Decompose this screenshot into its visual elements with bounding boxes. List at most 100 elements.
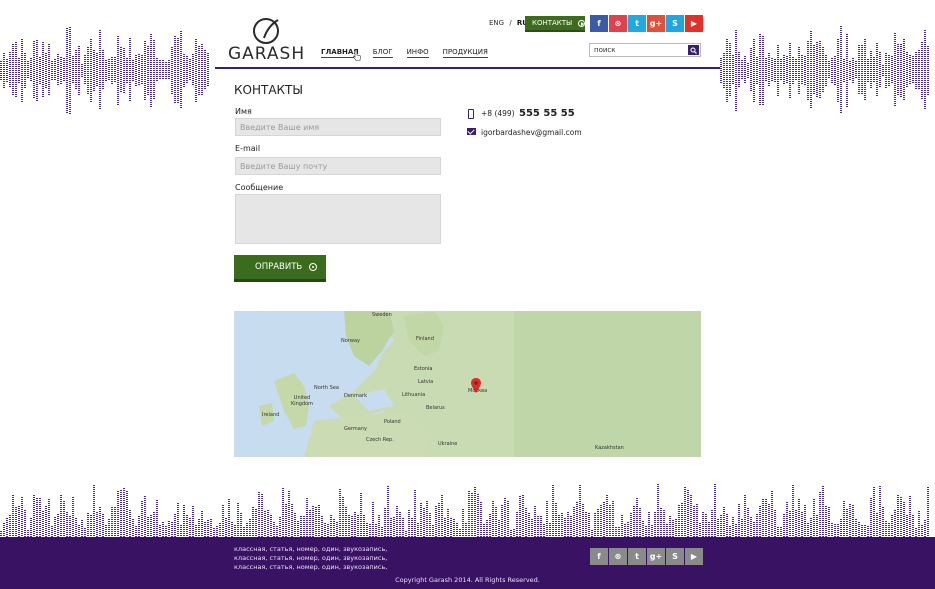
waveform-bar bbox=[558, 515, 560, 537]
waveform-bar bbox=[150, 515, 152, 537]
waveform-bar bbox=[216, 526, 218, 537]
waveform-bar bbox=[159, 525, 161, 537]
waveform-bar bbox=[708, 522, 710, 537]
waveform-bar bbox=[855, 519, 857, 537]
skype-icon[interactable]: S bbox=[666, 15, 684, 32]
contacts-button[interactable]: КОНТАКТЫ bbox=[525, 16, 585, 32]
facebook-icon[interactable]: f bbox=[590, 548, 608, 565]
waveform-bar bbox=[870, 498, 872, 537]
waveform-bar bbox=[879, 486, 881, 537]
waveform-bar bbox=[483, 524, 485, 537]
waveform-bar bbox=[885, 521, 887, 537]
waveform-bar bbox=[888, 523, 890, 537]
waveform-decoration-bottom bbox=[0, 480, 935, 537]
waveform-bar bbox=[375, 524, 377, 537]
waveform-bar bbox=[522, 495, 524, 537]
waveform-bar bbox=[159, 60, 161, 80]
waveform-bar bbox=[543, 524, 545, 537]
waveform-bar bbox=[927, 487, 929, 537]
email-address[interactable]: igorbardashev@gmail.com bbox=[481, 128, 582, 137]
youtube-icon[interactable]: ▶ bbox=[685, 548, 703, 565]
waveform-bar bbox=[408, 510, 410, 537]
waveform-bar bbox=[111, 507, 113, 537]
nav-item-products[interactable]: ПРОДУКЦИЯ bbox=[442, 48, 488, 58]
nav-item-info[interactable]: ИНФО bbox=[406, 48, 429, 58]
waveform-bar bbox=[678, 505, 680, 537]
search-button[interactable] bbox=[688, 45, 699, 55]
waveform-bar bbox=[687, 490, 689, 537]
waveform-bar bbox=[735, 29, 737, 111]
waveform-bar bbox=[123, 488, 125, 537]
waveform-bar bbox=[0, 60, 2, 80]
message-textarea[interactable] bbox=[235, 194, 441, 244]
waveform-bar bbox=[342, 497, 344, 537]
waveform-bar bbox=[693, 506, 695, 537]
skype-icon[interactable]: S bbox=[666, 548, 684, 565]
waveform-bar bbox=[90, 38, 92, 102]
waveform-bar bbox=[741, 60, 743, 80]
waveform-bar bbox=[759, 34, 761, 106]
waveform-bar bbox=[756, 514, 758, 537]
map[interactable]: Sweden Finland Norway Estonia Latvia Lit… bbox=[234, 311, 701, 457]
waveform-bar bbox=[729, 526, 731, 537]
waveform-bar bbox=[99, 30, 101, 110]
waveform-bar bbox=[705, 514, 707, 537]
waveform-bar bbox=[114, 57, 116, 83]
map-label: Germany bbox=[344, 426, 367, 432]
waveform-bar bbox=[168, 521, 170, 537]
waveform-bar bbox=[459, 529, 461, 537]
waveform-bar bbox=[837, 524, 839, 537]
waveform-bar bbox=[174, 514, 176, 537]
waveform-bar bbox=[117, 491, 119, 537]
waveform-bar bbox=[87, 46, 89, 94]
waveform-bar bbox=[240, 513, 242, 537]
waveform-bar bbox=[3, 523, 5, 537]
waveform-bar bbox=[894, 510, 896, 537]
waveform-bar bbox=[741, 519, 743, 537]
waveform-bar bbox=[873, 487, 875, 537]
waveform-bar bbox=[819, 41, 821, 99]
waveform-bar bbox=[402, 518, 404, 537]
waveform-bar bbox=[174, 36, 176, 104]
waveform-bar bbox=[663, 510, 665, 537]
waveform-bar bbox=[846, 33, 848, 107]
waveform-bar bbox=[204, 522, 206, 537]
lang-eng-link[interactable]: ENG bbox=[489, 19, 504, 27]
waveform-bar bbox=[198, 519, 200, 537]
waveform-bar bbox=[222, 505, 224, 537]
waveform-bar bbox=[435, 506, 437, 537]
waveform-bar bbox=[210, 519, 212, 537]
waveform-bar bbox=[90, 515, 92, 537]
google-plus-icon[interactable]: g+ bbox=[647, 548, 665, 565]
waveform-bar bbox=[9, 52, 11, 88]
facebook-icon[interactable]: f bbox=[590, 15, 608, 32]
youtube-icon[interactable]: ▶ bbox=[685, 15, 703, 32]
footer-text-line: классная, статья, номер, один, звукозапи… bbox=[234, 554, 388, 562]
waveform-bar bbox=[702, 512, 704, 537]
search-input[interactable]: поиск bbox=[589, 43, 701, 57]
waveform-bar bbox=[825, 54, 827, 86]
twitter-icon[interactable]: t bbox=[628, 15, 646, 32]
waveform-bar bbox=[27, 530, 29, 537]
logo-text[interactable]: GARASH bbox=[228, 44, 305, 64]
waveform-bar bbox=[738, 504, 740, 537]
email-field[interactable]: Введите Вашу почту bbox=[235, 157, 441, 175]
nav-item-blog[interactable]: БЛОГ bbox=[372, 48, 393, 58]
pinterest-icon[interactable]: ⊛ bbox=[609, 548, 627, 565]
name-field[interactable]: Введите Ваше имя bbox=[235, 118, 441, 136]
waveform-bar bbox=[597, 509, 599, 537]
search-icon bbox=[690, 47, 697, 54]
twitter-icon[interactable]: t bbox=[628, 548, 646, 565]
waveform-bar bbox=[696, 504, 698, 537]
waveform-bar bbox=[171, 46, 173, 94]
waveform-bar bbox=[855, 61, 857, 79]
waveform-bar bbox=[915, 51, 917, 89]
send-button[interactable]: ОПРАВИТЬ bbox=[234, 255, 326, 282]
waveform-bar bbox=[192, 54, 194, 86]
pinterest-icon[interactable]: ⊛ bbox=[609, 15, 627, 32]
google-plus-icon[interactable]: g+ bbox=[647, 15, 665, 32]
waveform-bar bbox=[819, 492, 821, 537]
waveform-bar bbox=[84, 55, 86, 85]
waveform-bar bbox=[903, 39, 905, 101]
waveform-bar bbox=[783, 514, 785, 537]
